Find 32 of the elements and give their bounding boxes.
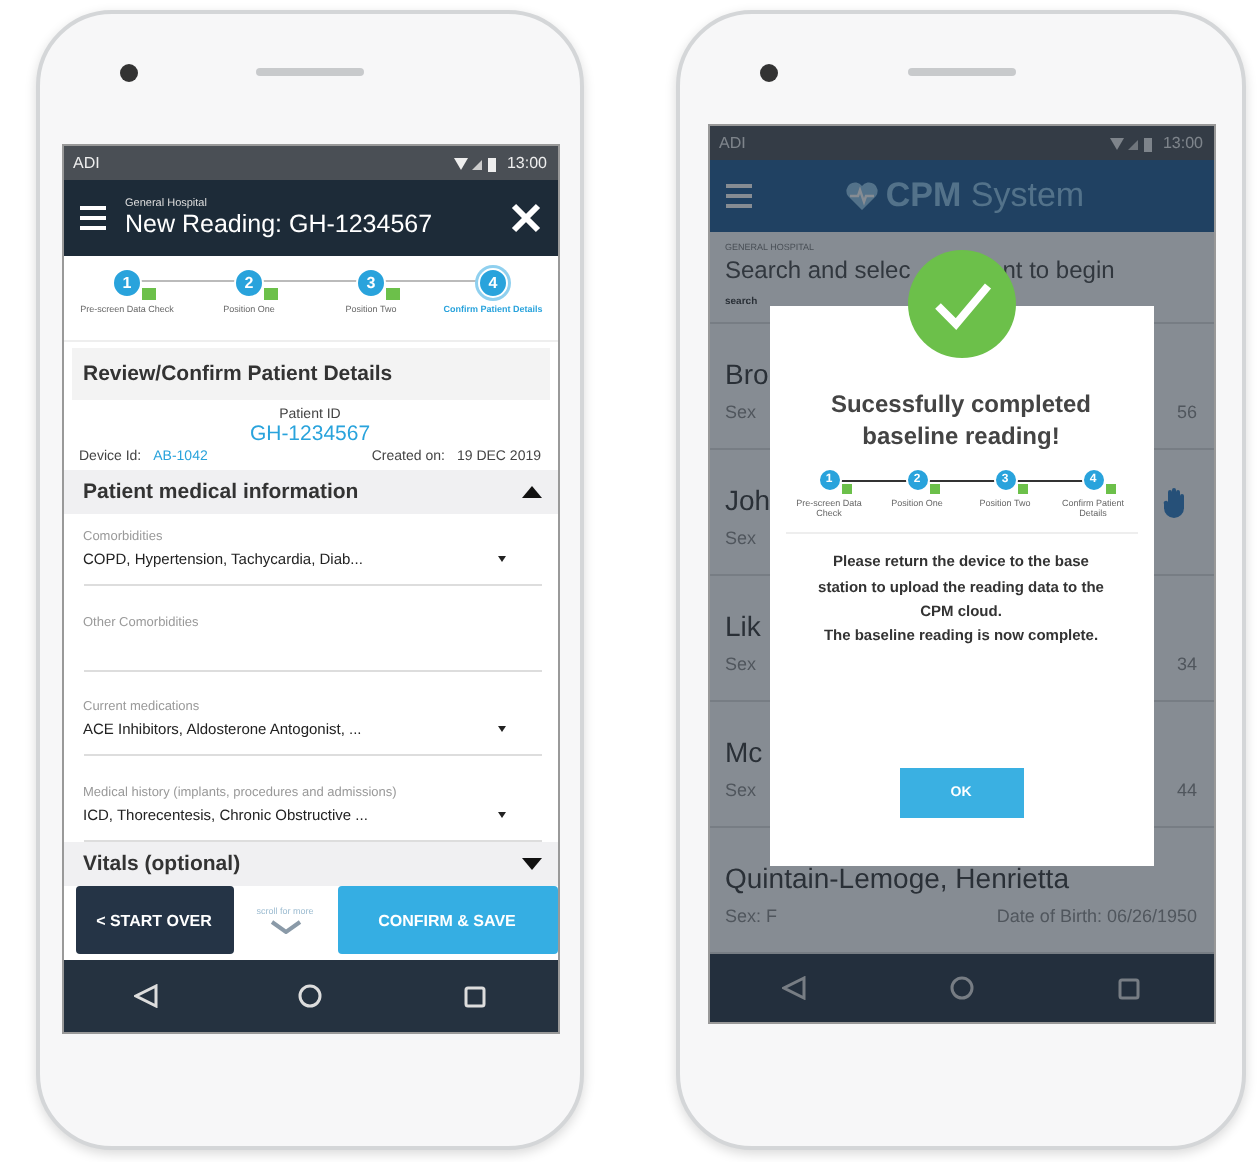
chevron-down-icon <box>269 920 301 934</box>
screen-title: New Reading: GH-1234567 <box>125 210 435 238</box>
close-icon[interactable] <box>509 202 541 234</box>
section-header[interactable]: Vitals (optional) <box>63 842 557 886</box>
step-number: 1 <box>112 268 142 298</box>
carrier-label: ADI <box>719 134 746 152</box>
caret-icon <box>497 726 505 733</box>
step-number: 4 <box>478 268 508 298</box>
caret-icon <box>497 556 505 562</box>
start-over-button[interactable]: < START OVER <box>75 886 233 954</box>
heart-logo-icon <box>843 180 880 212</box>
status-icons <box>454 155 499 171</box>
back-icon[interactable] <box>133 984 158 1008</box>
menu-icon[interactable] <box>79 206 105 230</box>
camera-dot <box>120 64 138 82</box>
patient-id: GH-1234567 <box>249 422 371 446</box>
caret-icon <box>497 811 505 818</box>
search-heading: Search and selec <box>725 256 911 284</box>
clock-time: 13:00 <box>506 154 547 172</box>
section-header[interactable]: Patient medical information <box>63 470 557 514</box>
speaker-grille <box>907 68 1015 76</box>
status-icons <box>1110 135 1155 151</box>
recents-icon[interactable] <box>464 985 487 1007</box>
carrier-label: ADI <box>73 154 100 172</box>
step-number: 3 <box>356 268 386 298</box>
dialog-title: Sucessfully completed baseline reading! <box>828 390 1094 453</box>
home-icon[interactable] <box>298 984 323 1008</box>
clock-time: 13:00 <box>1162 134 1203 152</box>
step-number: 2 <box>234 268 264 298</box>
camera-dot <box>760 64 778 82</box>
speaker-grille <box>256 68 364 76</box>
page-heading: Review/Confirm Patient Details <box>71 348 549 400</box>
